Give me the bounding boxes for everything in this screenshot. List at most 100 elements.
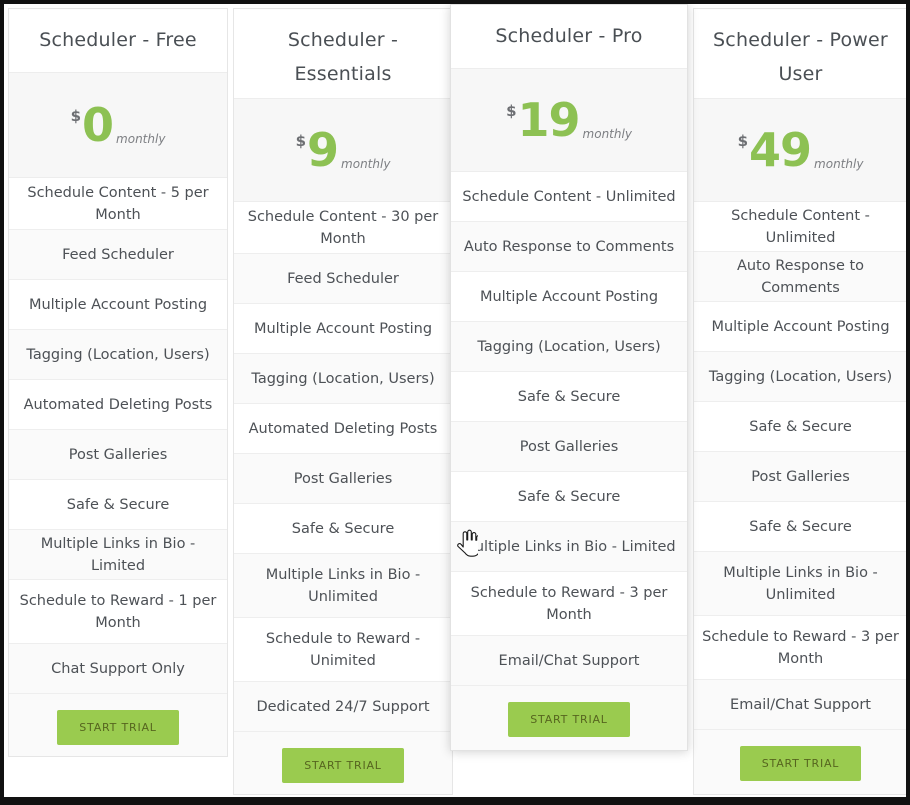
feature-row: Post Galleries (694, 452, 906, 502)
feature-row: Automated Deleting Posts (9, 380, 227, 430)
price-block-power-user: $49 monthly (694, 99, 906, 202)
currency-symbol: $ (70, 107, 82, 125)
feature-label: Schedule to Reward - 1 per Month (19, 592, 217, 631)
feature-label: Schedule Content - 30 per Month (247, 208, 439, 247)
price-amount: 0 (82, 98, 114, 152)
feature-label: Multiple Links in Bio - Limited (462, 538, 676, 555)
feature-label: Schedule Content - 5 per Month (27, 184, 209, 223)
feature-row: Multiple Links in Bio - Limited (9, 530, 227, 580)
feature-label: Auto Response to Comments (463, 238, 675, 255)
feature-row: Safe & Secure (694, 402, 906, 452)
feature-label: Tagging (Location, Users) (251, 370, 435, 387)
pricing-sheet: Scheduler - Free $0 monthly Schedule Conten… (4, 4, 906, 797)
feature-row: Safe & Secure (694, 502, 906, 552)
feature-label: Email/Chat Support (498, 652, 640, 669)
card-header-free: Scheduler - Free (9, 9, 227, 73)
feature-row: Post Galleries (451, 422, 687, 472)
feature-label: Schedule to Reward - 3 per Month (470, 584, 668, 623)
feature-row: Schedule Content - Unlimited (694, 202, 906, 252)
feature-row: Safe & Secure (234, 504, 452, 554)
feature-row: Schedule to Reward - 3 per Month (451, 572, 687, 636)
feature-row: Tagging (Location, Users) (9, 330, 227, 380)
feature-row: Safe & Secure (451, 472, 687, 522)
feature-label: Safe & Secure (66, 496, 170, 513)
price-inner: $0 monthly (71, 102, 166, 148)
feature-label: Schedule to Reward - 3 per Month (702, 628, 899, 667)
feature-label: Post Galleries (68, 446, 168, 463)
pricing-card-essentials: Scheduler - Essentials $9 monthly Schedule … (233, 8, 453, 795)
cta-row-power-user: START TRIAL (694, 730, 906, 794)
feature-label: Multiple Links in Bio - Unlimited (723, 564, 878, 603)
currency-symbol: $ (506, 102, 517, 120)
feature-row: Multiple Links in Bio - Limited (451, 522, 687, 572)
card-header-pro: Scheduler - Pro (451, 5, 687, 69)
feature-label: Automated Deleting Posts (248, 420, 438, 437)
feature-row: Multiple Account Posting (234, 304, 452, 354)
feature-label: Post Galleries (751, 468, 850, 485)
price-amount: 49 (749, 123, 812, 177)
price-block-free: $0 monthly (9, 73, 227, 178)
feature-label: Auto Response to Comments (736, 257, 865, 296)
feature-row: Schedule to Reward - 1 per Month (9, 580, 227, 644)
feature-list-power-user: Schedule Content - Unlimited Auto Respons… (694, 202, 906, 730)
price-period-label: monthly (341, 157, 391, 171)
feature-row: Dedicated 24/7 Support (234, 682, 452, 732)
feature-label: Multiple Links in Bio - Limited (40, 535, 196, 574)
feature-label: Automated Deleting Posts (23, 396, 213, 413)
feature-row: Multiple Account Posting (9, 280, 227, 330)
pricing-card-free: Scheduler - Free $0 monthly Schedule Conten… (8, 8, 228, 757)
feature-label: Multiple Account Posting (253, 320, 433, 337)
feature-label: Safe & Secure (517, 388, 621, 405)
feature-row: Automated Deleting Posts (234, 404, 452, 454)
feature-row: Post Galleries (234, 454, 452, 504)
feature-label: Dedicated 24/7 Support (256, 698, 430, 715)
start-trial-button-free[interactable]: START TRIAL (57, 710, 179, 745)
price-period-label: monthly (116, 132, 166, 146)
feature-label: Safe & Secure (517, 488, 621, 505)
feature-label: Safe & Secure (749, 518, 852, 535)
price-period-label: monthly (582, 127, 632, 141)
feature-row: Auto Response to Comments (694, 252, 906, 302)
start-trial-button-essentials[interactable]: START TRIAL (282, 748, 404, 783)
feature-label: Tagging (Location, Users) (477, 338, 661, 355)
feature-row: Multiple Links in Bio - Unlimited (234, 554, 452, 618)
pricing-card-group: Scheduler - Free $0 monthly Schedule Conten… (4, 4, 906, 797)
feature-row: Tagging (Location, Users) (234, 354, 452, 404)
page-canvas: Scheduler - Free $0 monthly Schedule Conten… (0, 0, 910, 805)
plan-title: Scheduler - Free (39, 29, 197, 51)
feature-label: Safe & Secure (749, 418, 852, 435)
pricing-card-power-user: Scheduler - Power User $49 monthly Schedule… (693, 8, 906, 795)
feature-label: Feed Scheduler (62, 246, 174, 263)
feature-label: Feed Scheduler (287, 270, 399, 287)
start-trial-button-pro[interactable]: START TRIAL (508, 702, 630, 737)
cta-row-free: START TRIAL (9, 694, 227, 756)
start-trial-button-power-user[interactable]: START TRIAL (739, 746, 862, 781)
pricing-card-pro: Scheduler - Pro $19 monthly Schedule Conten… (450, 4, 688, 751)
card-header-essentials: Scheduler - Essentials (234, 9, 452, 99)
feature-label: Multiple Account Posting (479, 288, 659, 305)
plan-title: Scheduler - Essentials (287, 29, 399, 85)
feature-label: Tagging (Location, Users) (708, 368, 893, 385)
feature-label: Multiple Account Posting (28, 296, 208, 313)
feature-row: Auto Response to Comments (451, 222, 687, 272)
feature-label: Schedule to Reward - Unimited (265, 630, 421, 669)
feature-label: Multiple Account Posting (711, 318, 890, 335)
feature-row: Schedule Content - Unlimited (451, 172, 687, 222)
feature-row: Feed Scheduler (234, 254, 452, 304)
feature-row: Safe & Secure (451, 372, 687, 422)
price-inner: $49 monthly (738, 127, 864, 173)
feature-label: Post Galleries (293, 470, 393, 487)
feature-label: Tagging (Location, Users) (26, 346, 210, 363)
feature-row: Email/Chat Support (694, 680, 906, 730)
plan-title: Scheduler - Pro (495, 25, 643, 47)
feature-label: Chat Support Only (51, 660, 185, 677)
currency-symbol: $ (295, 132, 307, 150)
price-amount: 9 (307, 123, 339, 177)
feature-row: Schedule to Reward - 3 per Month (694, 616, 906, 680)
card-header-power-user: Scheduler - Power User (694, 9, 906, 99)
feature-label: Multiple Links in Bio - Unlimited (265, 566, 421, 605)
price-period-label: monthly (814, 157, 864, 171)
feature-row: Safe & Secure (9, 480, 227, 530)
cta-row-pro: START TRIAL (451, 686, 687, 750)
feature-list-free: Schedule Content - 5 per Month Feed Sched… (9, 178, 227, 694)
